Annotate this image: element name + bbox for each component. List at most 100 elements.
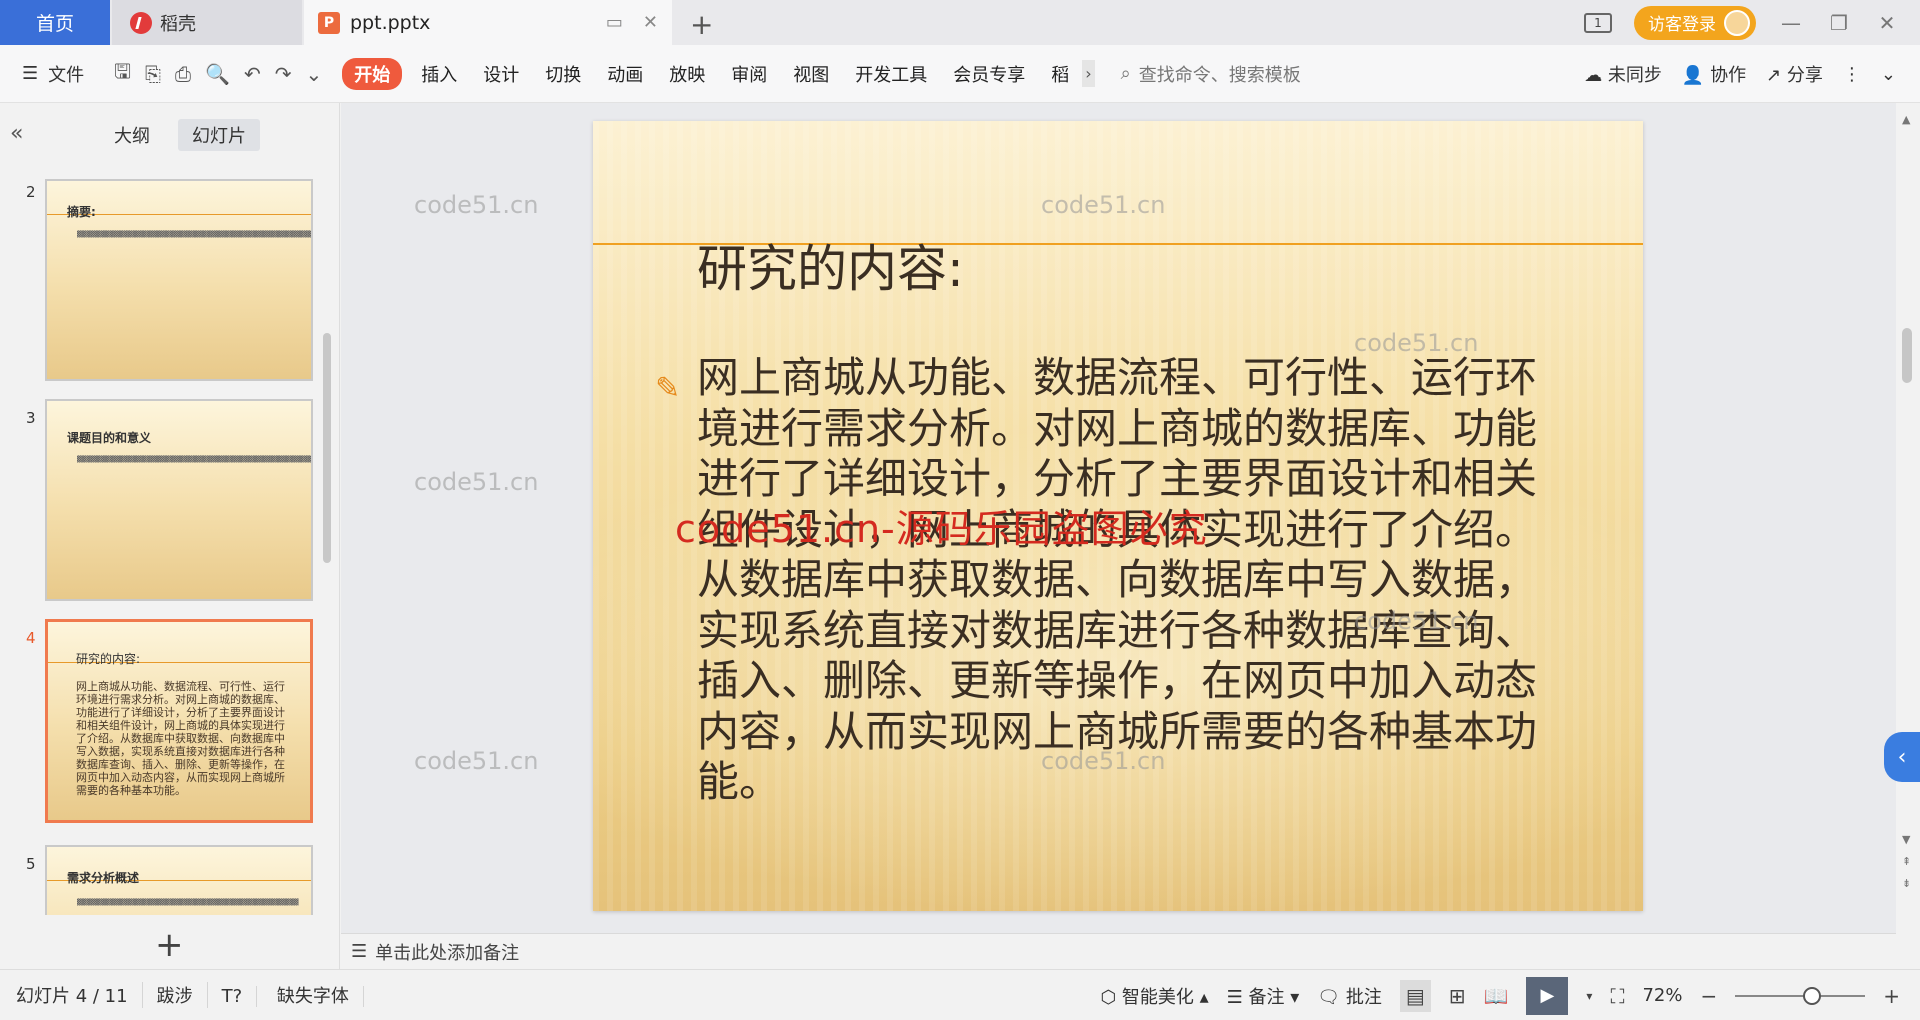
command-search-placeholder: 查找命令、搜索模板: [1138, 64, 1301, 86]
sync-label: 未同步: [1607, 65, 1662, 86]
slide-sorter-icon[interactable]: ⊞: [1449, 984, 1466, 1008]
play-slideshow-icon[interactable]: ▶: [1526, 976, 1569, 1015]
collaborate-button[interactable]: 👤 协作: [1682, 61, 1746, 87]
collapse-ribbon-icon[interactable]: ⌄: [1881, 64, 1896, 85]
avatar: [1724, 9, 1750, 36]
slide-body-text[interactable]: 网上商城从功能、数据流程、可行性、运行环境进行需求分析。对网上商城的数据库、功能…: [697, 353, 1557, 808]
watermark: code51.cn: [414, 191, 539, 219]
thumbnail-number: 5: [26, 855, 36, 873]
notes-toggle-button[interactable]: ☰ 备注 ▾: [1227, 983, 1300, 1009]
redo-icon[interactable]: ↷: [275, 62, 292, 86]
thumbnail-title: 摘要:: [67, 205, 96, 219]
notes-placeholder[interactable]: 单击此处添加备注: [375, 939, 519, 965]
tab-daoke[interactable]: 稻壳: [112, 0, 302, 45]
prev-page-icon[interactable]: ⇞: [1902, 855, 1911, 868]
print-icon[interactable]: ⎙: [175, 62, 191, 86]
comments-button[interactable]: 🗨 批注: [1317, 983, 1382, 1009]
new-tab-button[interactable]: +: [690, 8, 713, 41]
restore-icon[interactable]: ❐: [1826, 11, 1852, 35]
thumbnail-scrollbar[interactable]: [323, 333, 331, 563]
overlay-watermark-text: code51.cn-源码乐园盗图必究: [675, 507, 1208, 551]
file-menu[interactable]: ☰ 文件: [0, 61, 100, 87]
monitor-icon[interactable]: ▭: [606, 12, 623, 33]
menu-view[interactable]: 视图: [780, 61, 842, 87]
collapse-panel-icon[interactable]: «: [10, 121, 23, 146]
menu-design[interactable]: 设计: [470, 61, 532, 87]
status-bar: 幻灯片 4 / 11 跋涉 T? 缺失字体 ⬡ 智能美化 ▴ ☰ 备注 ▾ 🗨 …: [0, 969, 1920, 1020]
guest-login-button[interactable]: 访客登录: [1634, 5, 1756, 40]
menu-daoke[interactable]: 稻: [1038, 61, 1082, 87]
slide-thumbnail[interactable]: 摘要: ▓▓▓▓▓▓▓▓▓▓▓▓▓▓▓▓▓▓▓▓▓▓▓▓▓▓▓▓▓▓▓▓▓▓▓▓…: [45, 179, 313, 381]
export-pdf-icon[interactable]: ⎘: [145, 62, 161, 86]
menu-transition[interactable]: 切换: [532, 61, 594, 87]
thumbnail-list[interactable]: 2 摘要: ▓▓▓▓▓▓▓▓▓▓▓▓▓▓▓▓▓▓▓▓▓▓▓▓▓▓▓▓▓▓▓▓▓▓…: [0, 163, 330, 915]
cloud-icon: ☁: [1584, 65, 1603, 86]
zoom-level[interactable]: 72%: [1642, 985, 1682, 1006]
tab-slides[interactable]: 幻灯片: [178, 119, 260, 151]
tab-outline[interactable]: 大纲: [100, 119, 164, 151]
next-page-icon[interactable]: ⇟: [1902, 877, 1911, 890]
ppt-file-icon: P: [318, 11, 340, 34]
user-icon: 👤: [1681, 65, 1705, 86]
minimize-icon[interactable]: —: [1778, 11, 1804, 35]
missing-font-button[interactable]: T? 缺失字体: [208, 982, 378, 1008]
thumbnail-title: 课题目的和意义: [67, 431, 152, 445]
menu-more-icon[interactable]: ›: [1082, 60, 1095, 87]
zoom-in-icon[interactable]: +: [1883, 984, 1900, 1008]
thumbnail-number: 2: [26, 183, 36, 201]
add-slide-button[interactable]: +: [155, 925, 184, 965]
print-preview-icon[interactable]: 🔍: [205, 62, 230, 86]
menu-member[interactable]: 会员专享: [940, 61, 1038, 87]
notes-bar[interactable]: ☰ 单击此处添加备注: [341, 933, 1896, 969]
menu-review[interactable]: 审阅: [718, 61, 780, 87]
play-dropdown-icon[interactable]: ▾: [1586, 989, 1592, 1003]
menu-insert[interactable]: 插入: [408, 61, 470, 87]
slide-canvas[interactable]: 研究的内容: ✎ 网上商城从功能、数据流程、可行性、运行环境进行需求分析。对网上…: [341, 103, 1896, 933]
search-icon: ⌕: [1120, 63, 1131, 84]
slide-title[interactable]: 研究的内容:: [697, 229, 964, 301]
side-panel-toggle-icon[interactable]: ‹: [1884, 732, 1920, 782]
thumbnail-number: 3: [26, 409, 36, 427]
menu-slideshow[interactable]: 放映: [656, 61, 718, 87]
slide-thumbnail[interactable]: 需求分析概述 ▓▓▓▓▓▓▓▓▓▓▓▓▓▓▓▓▓▓▓▓▓▓▓▓▓▓▓▓▓▓▓▓▓…: [45, 845, 313, 915]
share-button[interactable]: ↗ 分享: [1766, 61, 1823, 87]
vertical-scrollbar[interactable]: ▲ ▼ ⇞ ⇟: [1896, 103, 1920, 969]
beautify-label: 智能美化: [1121, 986, 1194, 1008]
share-icon: ↗: [1766, 65, 1782, 86]
quick-access-dropdown-icon[interactable]: ⌄: [305, 62, 322, 86]
comments-label: 批注: [1345, 986, 1382, 1008]
slide-counter: 幻灯片 4 / 11: [16, 982, 143, 1008]
zoom-slider[interactable]: [1735, 986, 1866, 1005]
thumbnail-number: 4: [26, 629, 36, 647]
more-options-icon[interactable]: ⋮: [1843, 64, 1861, 85]
menu-home[interactable]: 开始: [342, 57, 403, 90]
window-count-badge[interactable]: 1: [1584, 12, 1612, 33]
thumbnail-text: ▓▓▓▓▓▓▓▓▓▓▓▓▓▓▓▓▓▓▓▓▓▓▓▓▓▓▓▓▓▓▓▓▓▓▓▓▓▓▓▓…: [77, 456, 313, 463]
reading-view-icon[interactable]: 📖: [1484, 984, 1509, 1008]
sync-status[interactable]: ☁ 未同步: [1584, 61, 1662, 87]
save-icon[interactable]: 🖫: [114, 57, 131, 91]
normal-view-icon[interactable]: ▤: [1399, 979, 1431, 1012]
command-search[interactable]: ⌕ 查找命令、搜索模板: [1121, 61, 1301, 87]
theme-name[interactable]: 跋涉: [143, 982, 208, 1008]
tab-document[interactable]: P ppt.pptx ▭ ✕: [304, 0, 672, 45]
scroll-up-icon[interactable]: ▲: [1902, 113, 1910, 126]
zoom-slider-handle[interactable]: [1803, 986, 1822, 1005]
scrollbar-thumb[interactable]: [1902, 328, 1912, 383]
tab-home[interactable]: 首页: [0, 0, 110, 45]
close-window-icon[interactable]: ✕: [1874, 11, 1900, 35]
comment-icon: 🗨: [1317, 986, 1341, 1008]
close-tab-icon[interactable]: ✕: [643, 12, 658, 33]
zoom-out-icon[interactable]: −: [1700, 984, 1717, 1008]
scroll-down-icon[interactable]: ▼: [1902, 833, 1910, 846]
thumbnail-title: 需求分析概述: [67, 871, 140, 885]
undo-icon[interactable]: ↶: [244, 62, 261, 86]
slide-thumbnail[interactable]: 课题目的和意义 ▓▓▓▓▓▓▓▓▓▓▓▓▓▓▓▓▓▓▓▓▓▓▓▓▓▓▓▓▓▓▓▓…: [45, 399, 313, 601]
thumbnail-text: ▓▓▓▓▓▓▓▓▓▓▓▓▓▓▓▓▓▓▓▓▓▓▓▓▓▓▓▓▓▓▓▓▓▓▓▓▓▓▓▓…: [77, 899, 299, 906]
slide-thumbnail-current[interactable]: 研究的内容: 网上商城从功能、数据流程、可行性、运行环境进行需求分析。对网上商城…: [45, 619, 313, 823]
menu-animation[interactable]: 动画: [594, 61, 656, 87]
fit-window-icon[interactable]: ⛶: [1610, 984, 1624, 1008]
smart-beautify-button[interactable]: ⬡ 智能美化 ▴: [1100, 983, 1208, 1009]
notes-toggle-icon: ☰: [1226, 986, 1243, 1008]
menu-developer[interactable]: 开发工具: [842, 61, 940, 87]
